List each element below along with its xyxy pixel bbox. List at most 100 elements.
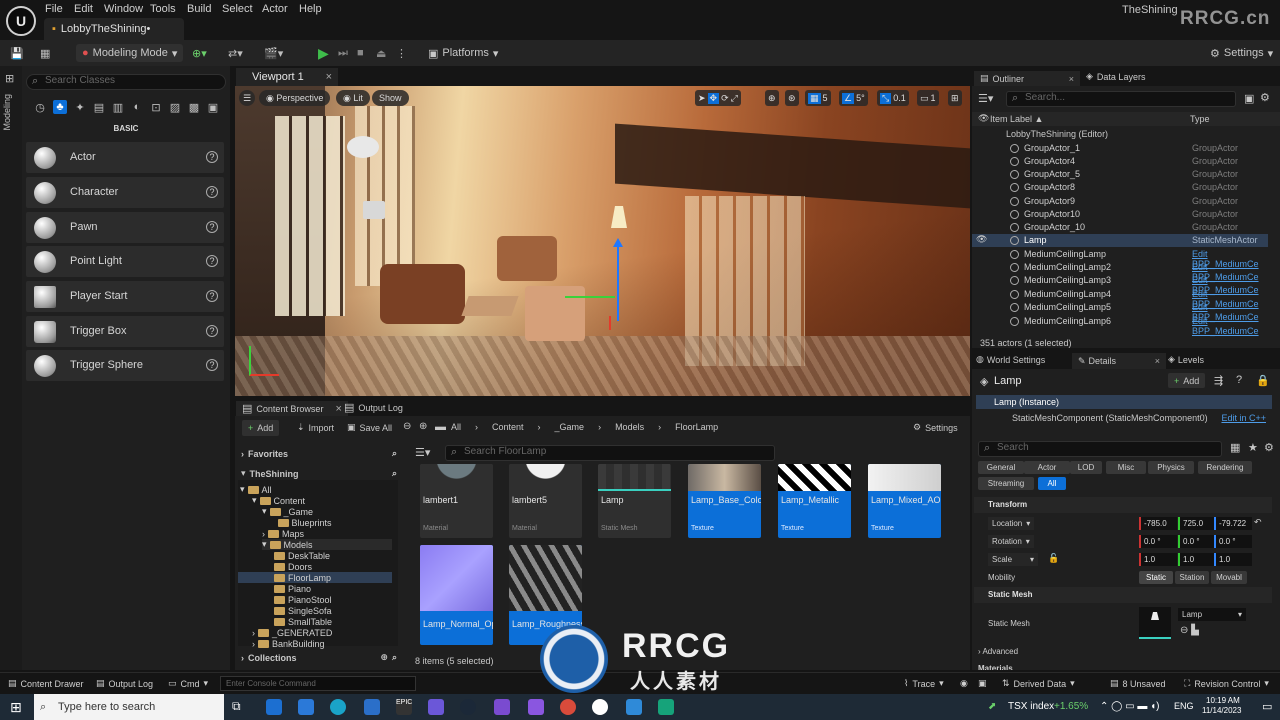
filter-physics[interactable]: Physics — [1148, 461, 1194, 474]
menu-tools[interactable]: Tools — [150, 3, 176, 15]
column-type[interactable]: Type — [1190, 114, 1210, 124]
help-icon[interactable]: ? — [206, 359, 218, 371]
menu-window[interactable]: Window — [104, 3, 143, 15]
mobility-movable[interactable]: Movabl — [1211, 571, 1247, 584]
asset-tile-selected[interactable]: Lamp_Base_Color Texture — [688, 464, 761, 538]
epic-games-icon[interactable]: EPIC — [396, 699, 412, 715]
outliner-row[interactable]: MediumCeilingLamp6 Edit BPP_MediumCe — [972, 315, 1268, 336]
search-classes-input[interactable]: Search Classes — [26, 74, 226, 90]
location-y-field[interactable]: 725.0 — [1178, 517, 1216, 530]
tree-item[interactable]: ▾ Models — [262, 539, 392, 550]
close-icon[interactable]: × — [335, 403, 341, 415]
tree-item[interactable]: SingleSofa — [274, 605, 332, 616]
steam-icon[interactable] — [460, 699, 476, 715]
collections-section[interactable]: › Collections ⊕ ⌕ — [241, 652, 397, 663]
scale-dropdown[interactable]: Scale ▾ — [988, 553, 1038, 566]
unreal-taskbar-icon[interactable] — [592, 699, 608, 715]
asset-tile[interactable]: lambert5 Material — [509, 464, 582, 538]
cb-settings-button[interactable]: ⚙ Settings — [913, 422, 958, 433]
settings-button[interactable]: ⚙ Settings ▾ — [1210, 44, 1273, 62]
blueprint-icon[interactable]: ⇶ — [1214, 374, 1223, 387]
lock-icon[interactable]: 🔒 — [1256, 374, 1270, 387]
tree-item[interactable]: ▾ Content — [252, 495, 305, 506]
menu-edit[interactable]: Edit — [74, 3, 93, 15]
show-button[interactable]: Show — [372, 90, 409, 106]
stock-name[interactable]: TSX index — [1008, 701, 1054, 712]
tree-item[interactable]: ▾ All — [240, 484, 272, 495]
outliner-row[interactable]: MediumCeilingLamp3 Edit BPP_MediumCe — [972, 274, 1268, 295]
clock-date[interactable]: 11/14/2023 — [1202, 706, 1241, 715]
gizmo-z-axis[interactable] — [617, 241, 619, 321]
discord-icon[interactable] — [494, 699, 510, 715]
tree-item[interactable]: SmallTable — [274, 616, 332, 627]
add-collection-icon[interactable]: ⊕ — [380, 652, 388, 663]
outliner-row[interactable]: GroupActor_5 GroupActor — [972, 168, 1268, 181]
perspective-button[interactable]: ◉ Perspective — [259, 90, 331, 106]
asset-tile[interactable]: Lamp Static Mesh — [598, 464, 671, 538]
star-icon[interactable]: ★ — [1248, 441, 1258, 454]
rotation-z-field[interactable]: 0.0 ° — [1214, 535, 1252, 548]
outliner-row[interactable]: MediumCeilingLamp5 Edit BPP_MediumCe — [972, 301, 1268, 322]
viewport-menu-icon[interactable]: ☰ — [239, 90, 256, 106]
close-icon[interactable]: × — [1155, 356, 1160, 366]
task-view-icon[interactable]: ⧉ — [232, 699, 248, 715]
mobility-static[interactable]: Static — [1139, 571, 1173, 584]
unlock-icon[interactable]: 🔓 — [1048, 553, 1059, 564]
tab-content-browser[interactable]: ▤ Content Browser × — [236, 401, 348, 416]
advanced-row[interactable]: › Advanced — [978, 647, 1018, 656]
derived-data-dropdown[interactable]: ⇅ Derived Data ▾ — [1002, 678, 1075, 689]
instance-row[interactable]: Lamp (Instance) — [976, 395, 1272, 409]
asset-tile-selected[interactable]: Lamp_Metallic Texture — [778, 464, 851, 538]
windows-start-icon[interactable]: ⊞ — [10, 699, 22, 716]
scale-y-field[interactable]: 1.0 — [1178, 553, 1216, 566]
back-icon[interactable]: ⊖ — [403, 421, 411, 432]
modeling-tab-label[interactable]: Modeling — [2, 94, 12, 131]
place-item-point-light[interactable]: Point Light? — [26, 246, 224, 277]
mesh-thumbnail[interactable] — [1139, 607, 1171, 639]
filter-all[interactable]: All — [1038, 477, 1066, 490]
outliner-row[interactable]: MediumCeilingLamp4 Edit BPP_MediumCe — [972, 288, 1268, 309]
unreal-logo-icon[interactable]: U — [6, 6, 36, 36]
output-log-button[interactable]: ▤ Output Log — [96, 678, 153, 689]
help-icon[interactable]: ? — [206, 221, 218, 233]
windows-icon[interactable] — [266, 699, 282, 715]
cmd-dropdown[interactable]: ▭ Cmd ▾ — [168, 678, 208, 689]
geometry-icon[interactable]: ⊡ — [150, 101, 162, 114]
basic-icon[interactable]: ♣ — [53, 100, 67, 114]
maximize-viewport-icon[interactable]: ⊞ — [948, 90, 962, 106]
lights-icon[interactable]: ✦ — [74, 101, 86, 114]
breadcrumb-floorlamp[interactable]: FloorLamp — [675, 422, 718, 432]
tree-item[interactable]: › Maps — [262, 528, 304, 539]
menu-actor[interactable]: Actor — [262, 3, 288, 15]
outliner-row[interactable]: GroupActor4 GroupActor — [972, 155, 1268, 168]
column-item-label[interactable]: Item Label ▲ — [990, 114, 1043, 124]
tab-data-layers[interactable]: ◈ Data Layers — [1086, 71, 1145, 82]
cinematic-icon[interactable]: ▥ — [112, 101, 124, 114]
surface-snap-icon[interactable]: ⊛ — [785, 90, 799, 106]
screenshot-icon[interactable]: ▣ — [978, 678, 987, 689]
outliner-row-selected[interactable]: 👁 Lamp StaticMeshActor — [972, 234, 1268, 247]
close-icon[interactable]: × — [1069, 74, 1074, 84]
tray-icons[interactable]: ⌃ ◯ ▭ ▬ ◖) — [1100, 701, 1160, 712]
modes-icon[interactable]: ▣ — [207, 101, 219, 114]
app2-icon[interactable] — [658, 699, 674, 715]
outliner-row[interactable]: MediumCeilingLamp Edit BPP_MediumCe — [972, 248, 1268, 269]
place-item-player-start[interactable]: Player Start? — [26, 281, 224, 312]
tree-item[interactable]: › _GENERATED — [252, 627, 332, 638]
trace-dropdown[interactable]: ⌇ Trace ▾ — [904, 678, 944, 689]
filter-lod[interactable]: LOD — [1070, 461, 1102, 474]
edit-cpp-link[interactable]: Edit in C++ — [1221, 411, 1266, 425]
menu-build[interactable]: Build — [187, 3, 211, 15]
place-item-trigger-sphere[interactable]: Trigger Sphere? — [26, 350, 224, 381]
search-floorlamp-input[interactable]: Search FloorLamp — [445, 445, 775, 461]
forward-icon[interactable]: ⊕ — [419, 421, 427, 432]
transform-section[interactable]: Transform — [974, 497, 1272, 513]
rotation-snap-button[interactable]: ∠ 5° — [839, 90, 868, 106]
advance-frame-icon[interactable]: ⏭ — [338, 44, 348, 62]
location-z-field[interactable]: -79.722 — [1214, 517, 1252, 530]
level-viewport[interactable]: ☰ ◉ Perspective ◉ Lit Show ➤ ✥ ⟳ ⤢ ⊕ ⊛ ▦… — [235, 86, 970, 396]
outliner-row[interactable]: GroupActor_1 GroupActor — [972, 142, 1268, 155]
tree-item[interactable]: DeskTable — [274, 550, 330, 561]
tree-item-selected[interactable]: FloorLamp — [238, 572, 392, 583]
photos-icon[interactable] — [626, 699, 642, 715]
